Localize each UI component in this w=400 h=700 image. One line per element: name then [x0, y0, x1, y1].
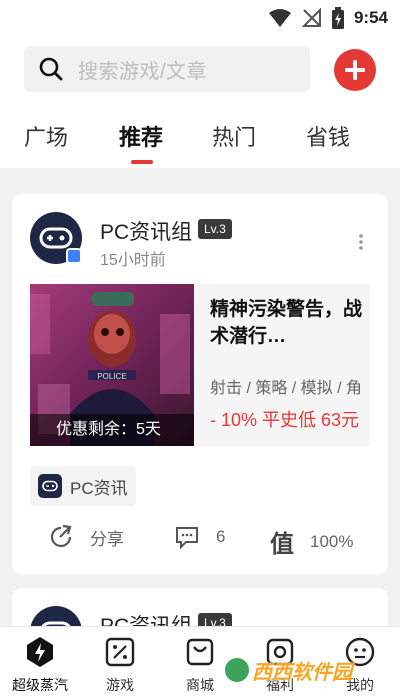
game-price: - 10% 平史低 63元 [210, 410, 360, 430]
gamepad-icon [39, 227, 73, 249]
nav-steam[interactable]: 超级蒸汽 [10, 635, 70, 695]
feed-content[interactable]: PC资讯组 Lv.3 15小时前 POLICE 优惠剩余：5天 精神污染警告，战… [0, 168, 400, 626]
tab-save-money[interactable]: 省钱 [306, 120, 350, 152]
share-icon [50, 524, 72, 548]
game-ticket-icon [105, 637, 135, 667]
nav-label: 超级蒸汽 [12, 677, 68, 693]
verified-badge-icon [66, 248, 82, 264]
post-time: 15小时前 [100, 252, 166, 269]
top-header: 搜索游戏/文章 [0, 36, 400, 100]
topic-chip[interactable]: PC资讯 [30, 466, 136, 506]
post-actions: 分享 6 值 100% [12, 524, 388, 558]
game-deal-block[interactable]: POLICE 优惠剩余：5天 精神污染警告，战术潜行… 射击 / 策略 / 模拟… [30, 284, 370, 446]
site-watermark: 西西软件园 [222, 652, 382, 688]
status-bar: 9:54 [0, 0, 400, 36]
post-card[interactable]: PC资讯组 Lv.3 15小时前 POLICE 优惠剩余：5天 精神污染警告，战… [12, 194, 388, 574]
search-icon [39, 57, 63, 81]
nav-label: 商城 [186, 677, 214, 693]
shop-bag-icon [186, 638, 214, 666]
nav-label: 游戏 [106, 677, 134, 693]
worth-icon: 值 [270, 531, 294, 558]
plus-icon [345, 60, 365, 80]
discount-remaining: 优惠剩余：5天 [30, 414, 194, 446]
level-badge: Lv.3 [198, 219, 232, 239]
more-options-icon[interactable] [358, 234, 364, 250]
comment-count: 6 [216, 527, 226, 546]
gamepad-icon [38, 474, 62, 498]
avatar[interactable] [30, 606, 82, 626]
author-name[interactable]: PC资讯组 [100, 216, 192, 246]
nav-shop[interactable]: 商城 [170, 635, 230, 695]
nav-games[interactable]: 游戏 [90, 635, 150, 695]
comment-icon [176, 527, 198, 550]
worth-button[interactable]: 值 100% [270, 524, 353, 559]
game-info: 精神污染警告，战术潜行… 射击 / 策略 / 模拟 / 角 - 10% 平史低 … [194, 284, 370, 446]
search-placeholder: 搜索游戏/文章 [78, 60, 208, 83]
status-time: 9:54 [353, 8, 388, 27]
game-cover-image: POLICE 优惠剩余：5天 [30, 284, 194, 446]
wifi-icon [268, 9, 291, 27]
active-tab-indicator [131, 160, 153, 164]
search-input[interactable]: 搜索游戏/文章 [24, 46, 310, 92]
game-title: 精神污染警告，战术潜行… [210, 299, 363, 347]
author-name[interactable]: PC资讯组 [100, 610, 192, 626]
game-tags: 射击 / 策略 / 模拟 / 角 [210, 380, 363, 397]
topic-label: PC资讯 [70, 478, 128, 498]
share-button[interactable]: 分享 [48, 524, 124, 550]
post-card[interactable]: PC资讯组 Lv.3 [12, 588, 388, 626]
share-label: 分享 [90, 529, 124, 549]
add-post-button[interactable] [334, 49, 376, 91]
worth-rate: 100% [310, 531, 354, 551]
battery-icon [331, 7, 344, 29]
tab-recommend[interactable]: 推荐 [119, 120, 163, 152]
watermark-text: 西西软件园 [252, 661, 352, 684]
tab-hot[interactable]: 热门 [212, 120, 256, 152]
steam-icon [27, 637, 53, 667]
level-badge: Lv.3 [198, 613, 232, 626]
cover-label: POLICE [97, 372, 126, 381]
watermark-logo [222, 655, 252, 685]
no-signal-icon [301, 8, 321, 27]
tab-square[interactable]: 广场 [24, 120, 68, 152]
feed-tabs: 广场 推荐 热门 省钱 [0, 100, 400, 168]
comment-button[interactable]: 6 [174, 524, 225, 550]
